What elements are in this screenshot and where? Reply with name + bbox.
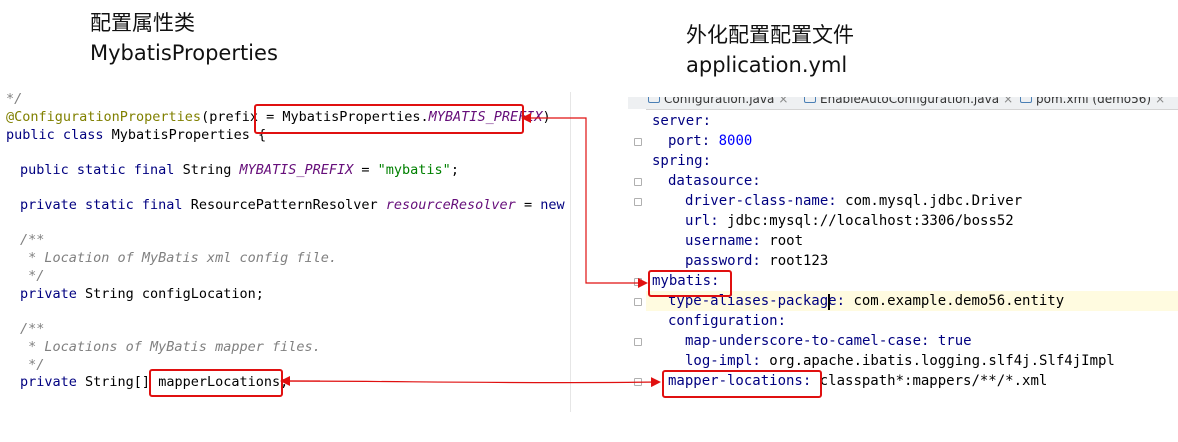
- connector-arrows: [280, 113, 661, 388]
- mapper-field-to-mapper-locations-arrow: [281, 377, 661, 388]
- prefix-to-mybatis-arrow: [521, 113, 588, 284]
